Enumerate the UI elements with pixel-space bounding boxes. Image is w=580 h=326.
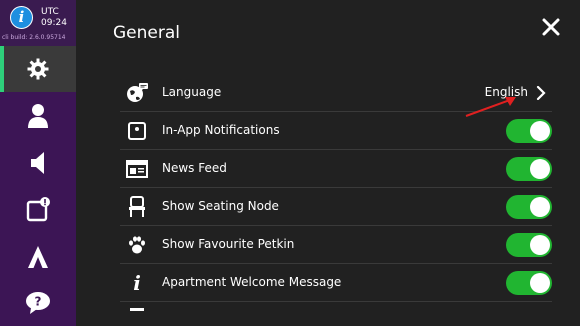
paw-icon bbox=[126, 235, 148, 255]
build-version: cli build: 2.6.0.95714 bbox=[2, 34, 66, 41]
chevron-right-icon[interactable] bbox=[536, 86, 546, 100]
sidebar-item-announcements[interactable] bbox=[0, 140, 76, 186]
sidebar-item-help[interactable]: ? bbox=[0, 280, 76, 326]
clock-time: 09:24 bbox=[41, 18, 67, 28]
setting-label: Apartment Welcome Message bbox=[162, 275, 342, 289]
sidebar-item-brand[interactable] bbox=[0, 234, 76, 280]
logo-icon bbox=[28, 246, 48, 268]
settings-panel: General Language English In-App Notifica… bbox=[76, 0, 580, 326]
gear-icon bbox=[27, 58, 49, 80]
setting-row-news-feed[interactable]: News Feed bbox=[120, 150, 552, 188]
apartment-welcome-message-toggle[interactable] bbox=[506, 271, 552, 295]
page-title: General bbox=[113, 23, 180, 43]
toggle-knob bbox=[530, 197, 550, 217]
newspaper-icon bbox=[126, 159, 148, 179]
show-seating-node-toggle[interactable] bbox=[506, 195, 552, 219]
globe-chat-icon bbox=[126, 83, 148, 103]
sidebar-item-notifications[interactable] bbox=[0, 187, 76, 233]
setting-label: In-App Notifications bbox=[162, 123, 280, 137]
setting-label: Language bbox=[162, 85, 222, 99]
utc-label: UTC bbox=[41, 7, 59, 17]
toggle-knob bbox=[530, 159, 550, 179]
info-icon: i bbox=[133, 271, 141, 295]
help-icon: ? bbox=[26, 292, 50, 314]
notification-icon bbox=[26, 197, 50, 222]
sidebar-item-settings[interactable] bbox=[0, 46, 76, 92]
news-feed-toggle[interactable] bbox=[506, 157, 552, 181]
next-row-icon-partial bbox=[130, 308, 144, 311]
info-icon[interactable]: i bbox=[10, 6, 33, 29]
setting-row-apartment-welcome-message[interactable]: i Apartment Welcome Message bbox=[120, 264, 552, 302]
svg-text:?: ? bbox=[35, 295, 42, 309]
toggle-knob bbox=[530, 121, 550, 141]
notification-icon bbox=[126, 121, 148, 141]
in-app-notifications-toggle[interactable] bbox=[506, 119, 552, 143]
chair-icon bbox=[126, 196, 148, 217]
status-block: i UTC 09:24 cli build: 2.6.0.95714 bbox=[0, 0, 76, 46]
setting-label: Show Favourite Petkin bbox=[162, 237, 295, 251]
setting-label: Show Seating Node bbox=[162, 199, 279, 213]
sidebar-item-profile[interactable] bbox=[0, 93, 76, 139]
megaphone-icon bbox=[31, 152, 44, 174]
toggle-knob bbox=[530, 235, 550, 255]
sidebar: i UTC 09:24 cli build: 2.6.0.95714 ? bbox=[0, 0, 76, 326]
annotation-arrow bbox=[465, 97, 516, 117]
setting-label: News Feed bbox=[162, 161, 227, 175]
person-icon bbox=[28, 104, 48, 128]
show-favourite-petkin-toggle[interactable] bbox=[506, 233, 552, 257]
close-icon[interactable] bbox=[538, 14, 564, 40]
setting-row-show-favourite-petkin[interactable]: Show Favourite Petkin bbox=[120, 226, 552, 264]
setting-row-show-seating-node[interactable]: Show Seating Node bbox=[120, 188, 552, 226]
toggle-knob bbox=[530, 273, 550, 293]
